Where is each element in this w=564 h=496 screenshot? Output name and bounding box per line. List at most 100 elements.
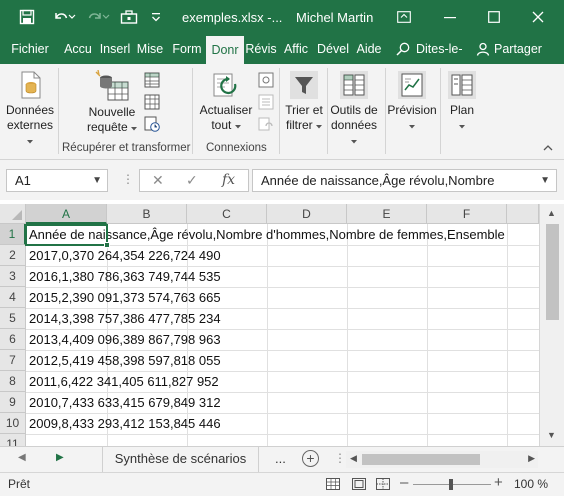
save-icon[interactable] [14, 0, 40, 34]
row-header[interactable]: 2 [0, 245, 26, 266]
tab-home[interactable]: Accu [60, 34, 96, 64]
tab-review[interactable]: Révis [244, 34, 278, 64]
cell-a9[interactable]: 2010,7,433 633,415 679,849 312 [29, 392, 221, 413]
row-header[interactable]: 5 [0, 308, 26, 329]
scroll-right-icon[interactable]: ▶ [528, 453, 535, 464]
cell-a2[interactable]: 2017,0,370 264,354 226,724 490 [29, 245, 221, 266]
refresh-all-button[interactable]: Actualiser tout [196, 70, 256, 133]
horizontal-scroll-thumb[interactable] [362, 454, 480, 465]
get-external-data-label-2: externes [6, 118, 54, 132]
active-cell-border [25, 224, 108, 246]
data-tools-button[interactable]: Outils de données [328, 70, 380, 148]
row-header[interactable]: 3 [0, 266, 26, 287]
worksheet-grid[interactable]: A B C D E F 1 Année de naissance,Âge rév… [0, 200, 564, 446]
column-header-a[interactable]: A [26, 204, 107, 224]
user-name[interactable]: Michel Martin [296, 10, 373, 25]
column-header-g[interactable] [507, 204, 539, 224]
cell-a5[interactable]: 2014,3,398 757,386 477,785 234 [29, 308, 221, 329]
add-sheet-button[interactable]: + [302, 450, 319, 467]
cell-a4[interactable]: 2015,2,390 091,373 574,763 665 [29, 287, 221, 308]
window-title: exemples.xlsx -... [182, 10, 283, 25]
outline-button[interactable]: Plan [442, 70, 482, 133]
row-header[interactable]: 11 [0, 434, 26, 446]
show-queries-icon[interactable] [144, 72, 160, 88]
toolbox-icon[interactable] [116, 0, 142, 34]
scroll-up-icon[interactable]: ▲ [547, 208, 556, 218]
close-icon[interactable] [518, 0, 558, 34]
formula-bar-grip-icon[interactable]: ⋮ [122, 172, 135, 186]
zoom-slider-thumb[interactable] [449, 479, 453, 490]
row-header[interactable]: 1 [0, 224, 26, 245]
tab-insert[interactable]: Inserl [98, 34, 132, 64]
zoom-in-button[interactable]: + [494, 474, 503, 491]
insert-function-button[interactable]: fx [222, 172, 235, 188]
formula-input[interactable]: Année de naissance,Âge révolu,Nombre ▼ [252, 169, 557, 192]
column-header-d[interactable]: D [267, 204, 347, 224]
row-header[interactable]: 10 [0, 413, 26, 434]
enter-check-icon[interactable]: ✓ [186, 172, 198, 189]
lightbulb-search-icon [396, 42, 410, 56]
cell-a10[interactable]: 2009,8,433 293,412 153,845 446 [29, 413, 221, 434]
minimize-icon[interactable] [430, 0, 470, 34]
tab-formulas[interactable]: Form [170, 34, 204, 64]
zoom-level[interactable]: 100 % [514, 477, 548, 491]
name-box[interactable]: A1 ▼ [6, 169, 108, 192]
page-layout-view-icon[interactable] [352, 478, 366, 490]
redo-dropdown-icon[interactable] [100, 0, 112, 34]
tab-view[interactable]: Affic [280, 34, 312, 64]
row-header[interactable]: 8 [0, 371, 26, 392]
row-header[interactable]: 6 [0, 329, 26, 350]
connections-icon[interactable] [258, 72, 274, 88]
forecast-button[interactable]: Prévision [386, 70, 438, 133]
normal-view-icon[interactable] [326, 478, 340, 490]
tab-help[interactable]: Aide [354, 34, 384, 64]
sheet-next-icon[interactable]: ▶ [56, 452, 64, 463]
get-external-data-button[interactable]: Données externes [4, 70, 56, 148]
column-header-b[interactable]: B [107, 204, 187, 224]
zoom-out-button[interactable]: – [400, 474, 408, 491]
collapse-ribbon-icon[interactable] [543, 144, 553, 152]
properties-icon[interactable] [258, 94, 274, 110]
vertical-scrollbar[interactable]: ▲ ▼ [539, 204, 564, 446]
cell-a6[interactable]: 2013,4,409 096,389 867,798 963 [29, 329, 221, 350]
horizontal-scrollbar[interactable]: ◀ ▶ [346, 451, 538, 468]
maximize-icon[interactable] [474, 0, 514, 34]
recent-sources-icon[interactable] [144, 116, 160, 132]
cancel-icon[interactable]: ✕ [152, 172, 164, 189]
tab-data[interactable]: Donr [206, 36, 244, 64]
column-header-f[interactable]: F [427, 204, 507, 224]
row-header[interactable]: 7 [0, 350, 26, 371]
edit-links-icon[interactable] [258, 116, 274, 132]
chevron-down-icon[interactable]: ▼ [92, 170, 102, 191]
tab-developer[interactable]: Dével [316, 34, 350, 64]
from-table-icon[interactable] [144, 94, 160, 110]
sheet-prev-icon[interactable]: ◀ [18, 452, 26, 463]
page-break-view-icon[interactable] [376, 478, 390, 490]
share-button[interactable]: Partager [494, 34, 542, 64]
row-header[interactable]: 9 [0, 392, 26, 413]
column-header-c[interactable]: C [187, 204, 267, 224]
ribbon-display-options-icon[interactable] [384, 0, 424, 34]
new-query-button[interactable]: Nouvelle requête [82, 70, 142, 135]
vertical-scroll-thumb[interactable] [546, 224, 559, 320]
more-sheets-button[interactable]: ... [275, 451, 286, 466]
column-header-e[interactable]: E [347, 204, 427, 224]
expand-formula-bar-icon[interactable]: ▼ [540, 170, 550, 191]
chevron-down-icon [409, 125, 415, 129]
cell-a7[interactable]: 2012,5,419 458,398 597,818 055 [29, 350, 221, 371]
sheet-tab-scenario-summary[interactable]: Synthèse de scénarios [102, 447, 259, 473]
undo-dropdown-icon[interactable] [66, 0, 78, 34]
scroll-down-icon[interactable]: ▼ [547, 430, 556, 440]
cell-a8[interactable]: 2011,6,422 341,405 611,827 952 [29, 371, 219, 392]
cell-a3[interactable]: 2016,1,380 786,363 749,744 535 [29, 266, 221, 287]
fill-handle[interactable] [104, 242, 110, 248]
customize-qat-icon[interactable] [146, 0, 166, 34]
tab-file[interactable]: Fichier [6, 34, 54, 64]
scroll-left-icon[interactable]: ◀ [350, 453, 357, 464]
tab-page-layout[interactable]: Mise [134, 34, 166, 64]
select-all-button[interactable] [0, 204, 26, 224]
sort-filter-button[interactable]: Trier et filtrer [281, 70, 327, 133]
split-grip-icon[interactable]: ⋮ [334, 451, 346, 465]
row-header[interactable]: 4 [0, 287, 26, 308]
tell-me-input[interactable]: Dites-le- [416, 34, 463, 64]
